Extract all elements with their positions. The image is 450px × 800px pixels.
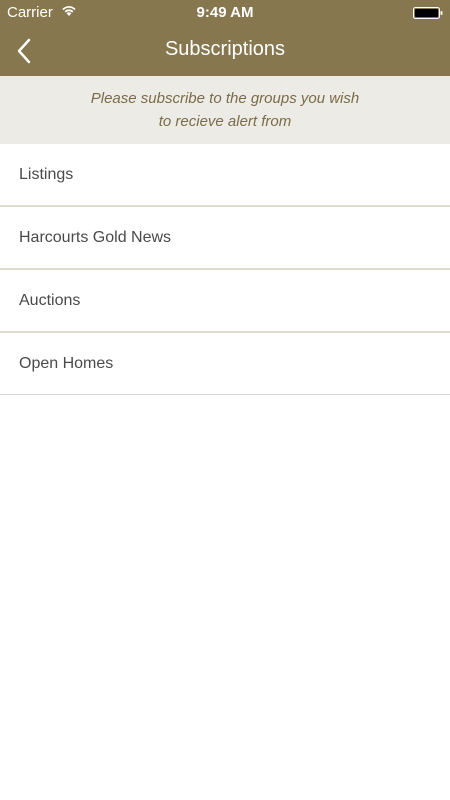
- subscription-item-label: Listings: [19, 165, 74, 183]
- subscription-item-listings[interactable]: Listings: [0, 144, 450, 207]
- page-title: Subscriptions: [164, 38, 286, 60]
- subscription-item-label: Auctions: [19, 291, 81, 309]
- app-header: Carrier 9:49 AM Subscriptions: [0, 0, 450, 76]
- status-time: 9:49 AM: [196, 4, 254, 21]
- subscription-item-auctions[interactable]: Auctions: [0, 270, 450, 333]
- instruction-banner: Please subscribe to the groups you wish …: [0, 76, 450, 144]
- subscription-list: Listings Harcourts Gold News Auctions Op…: [0, 144, 450, 395]
- nav-bar: Subscriptions: [0, 24, 450, 76]
- status-bar: Carrier 9:49 AM: [0, 0, 450, 24]
- subscription-item-harcourts-gold-news[interactable]: Harcourts Gold News: [0, 207, 450, 270]
- instruction-text-line-2: to recieve alert from: [158, 113, 292, 130]
- battery-icon: [413, 6, 443, 19]
- subscription-item-label: Open Homes: [19, 354, 114, 372]
- subscription-item-label: Harcourts Gold News: [19, 228, 172, 246]
- instruction-text-line-1: Please subscribe to the groups you wish: [90, 90, 360, 107]
- subscription-item-open-homes[interactable]: Open Homes: [0, 333, 450, 395]
